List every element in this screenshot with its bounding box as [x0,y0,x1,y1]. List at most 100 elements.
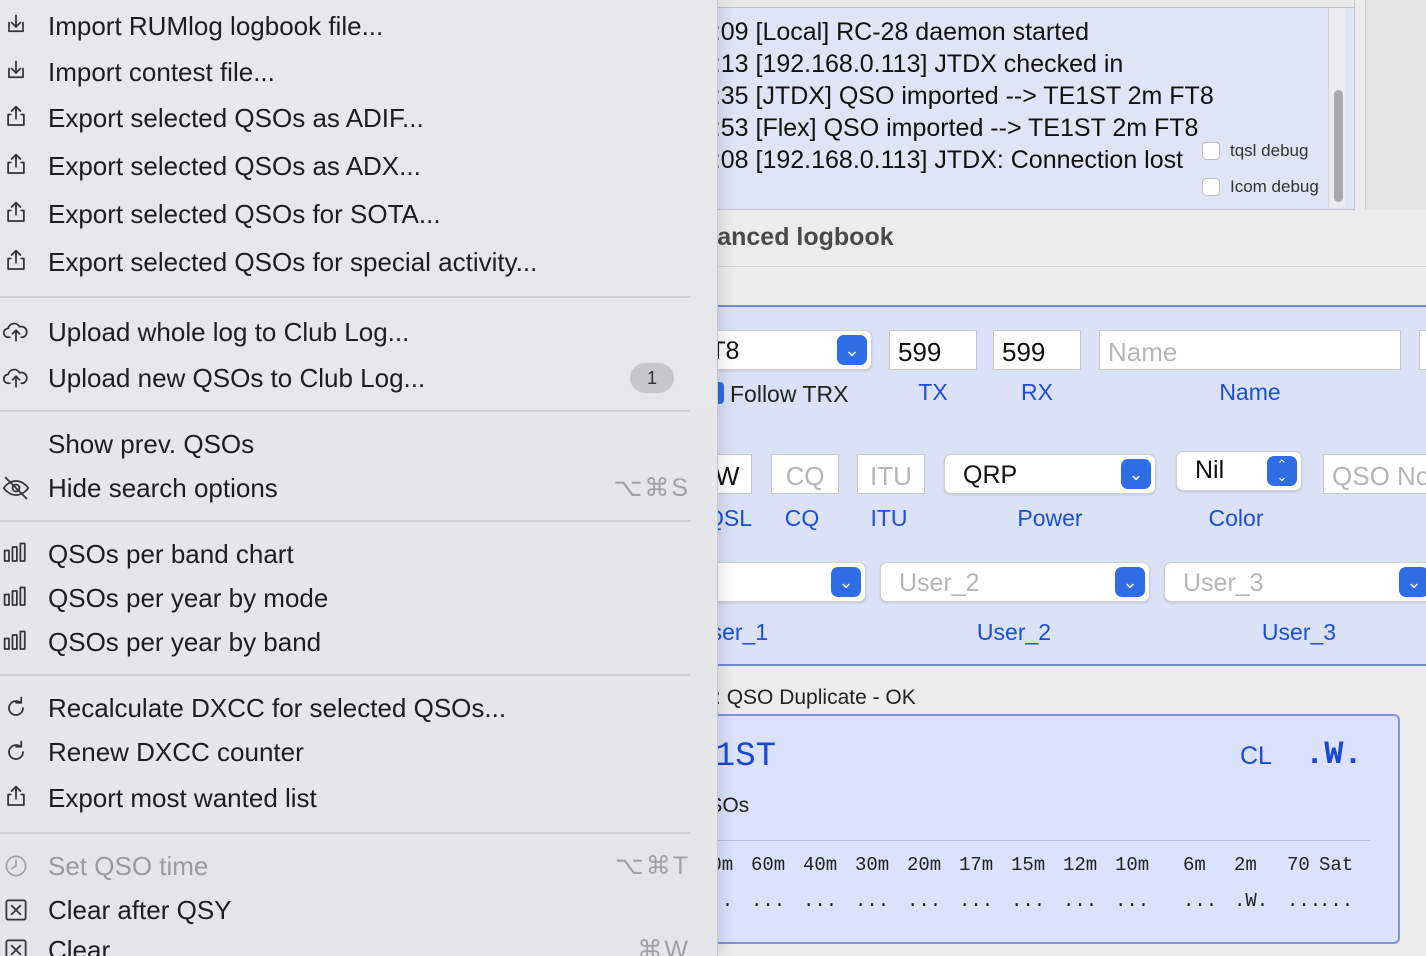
menu-item[interactable]: Import contest file... [0,50,700,94]
menu-item-label: Export most wanted list [48,782,317,813]
menu-item[interactable]: Export selected QSOs for SOTA... [0,192,700,236]
tqsl-debug-checkbox[interactable]: tqsl debug [1202,141,1308,161]
band-status: ... [803,890,838,912]
checkbox-box[interactable] [1202,178,1220,196]
menu-item[interactable]: Upload new QSOs to Club Log... 1 [0,356,700,400]
clock-icon [0,850,32,882]
chevron-down-icon: ⌄ [831,567,861,597]
share-icon [0,150,32,182]
tx-label: TX [918,379,948,405]
menu-item[interactable]: Export selected QSOs as ADX... [0,144,700,188]
band-label: 12m [1063,854,1098,876]
icom-debug-label: Icom debug [1230,177,1319,196]
checkbox-box[interactable] [1202,142,1220,160]
log-scrollbar[interactable] [1328,8,1346,208]
menu-item[interactable]: QSOs per band chart [0,532,700,576]
callsign-info-box: TE1ST QSOs CL .W. 80m...60m...40m...30m.… [674,714,1400,944]
menu-item[interactable]: Recalculate DXCC for selected QSOs... [0,686,700,730]
power-value: QRP [963,461,1018,489]
menu-item-label: Import RUMlog logbook file... [48,10,384,41]
up-down-chevron-icon: ⌃ ⌄ [1267,456,1297,486]
menu-item-label: Clear [48,934,111,956]
refresh-icon [0,692,32,724]
menu-item[interactable]: Import RUMlog logbook file... [0,4,700,48]
side-panel [1365,0,1426,210]
menu-item-shortcut: ⌥⌘T [614,852,690,880]
icom-debug-checkbox[interactable]: Icom debug [1202,177,1319,197]
band-label: 40m [803,854,838,876]
log-line: 21:08 [192.168.0.113] JTDX: Connection l… [700,146,1184,174]
menu-item[interactable]: Clear ⌘W [0,928,700,956]
menu-item[interactable]: QSOs per year by band [0,620,700,664]
color-label: Color [1208,505,1264,531]
menu-item[interactable]: Upload whole log to Club Log... [0,310,700,354]
menu-item: Set QSO time ⌥⌘T [0,844,700,888]
menu-item[interactable]: Renew DXCC counter [0,730,700,774]
bar-chart-icon [0,582,32,614]
menu-item-label: Hide search options [48,472,278,503]
user2-label: User_2 [976,619,1052,645]
menu-item[interactable]: Export most wanted list [0,776,700,820]
band-label: Sat [1319,854,1354,876]
itu-label: ITU [870,505,908,531]
log-panel: 19:09 [Local] RC-28 daemon started 19:13… [700,0,1355,210]
menu-item-label: Export selected QSOs for SOTA... [48,198,441,229]
band-status: ... [751,890,786,912]
menu-item[interactable]: Export selected QSOs as ADIF... [0,96,700,140]
band-status: ... [1287,890,1322,912]
cq-field[interactable]: CQ [771,454,839,494]
user2-placeholder: User_2 [899,569,980,597]
user3-label: User_3 [1261,619,1337,645]
share-icon [0,782,32,814]
menu-item-label: QSOs per year by mode [48,582,329,613]
band-label: 70 [1287,854,1310,876]
tqsl-debug-label: tqsl debug [1230,141,1309,160]
log-scrollbar-thumb[interactable] [1334,90,1343,202]
menu-item-label: Renew DXCC counter [48,736,304,767]
eye-slash-icon [0,472,32,504]
chevron-down-icon: ⌄ [1121,459,1151,489]
menu-item-label: Upload new QSOs to Club Log... [48,362,426,393]
follow-trx-label: Follow TRX [730,381,849,407]
cq-label: CQ [784,505,820,531]
menu-item-label: Export selected QSOs as ADX... [48,150,421,181]
mode-select[interactable]: FT8 ⌄ [695,330,872,370]
band-status: ... [1063,890,1098,912]
menu-item[interactable]: QSOs per year by mode [0,576,700,620]
itu-field[interactable]: ITU [857,454,925,494]
power-select[interactable]: QRP ⌄ [944,454,1156,494]
band-status: ... [1011,890,1046,912]
color-select[interactable]: Nil ⌃ ⌄ [1176,451,1302,491]
x-square-icon [0,934,32,956]
form-bottom-border [700,664,1426,666]
name-field[interactable]: Name [1099,330,1401,370]
band-label: 30m [855,854,890,876]
user2-select[interactable]: User_2 ⌄ [880,562,1150,602]
worked-indicator: .W. [1305,736,1363,773]
user3-select[interactable]: User_3 ⌄ [1164,562,1426,602]
menu-item-label: Export selected QSOs for special activit… [48,246,538,277]
rx-field[interactable]: 599 [993,330,1081,370]
menu-item[interactable]: Show prev. QSOs [0,422,700,466]
menu-separator [0,520,690,522]
extra-field[interactable] [1419,330,1426,370]
band-status: .W. [1234,890,1269,912]
color-value: Nil [1195,456,1225,484]
menu-item[interactable]: Hide search options ⌥⌘S [0,466,700,510]
share-icon [0,102,32,134]
rx-label: RX [1021,379,1053,405]
user1-select[interactable]: ⌄ [700,562,866,602]
band-label: 2m [1234,854,1257,876]
bar-chart-icon [0,538,32,570]
tx-field[interactable]: 599 [889,330,977,370]
chevron-down-icon: ⌄ [1115,567,1145,597]
qso-note-field[interactable]: QSO Note [1323,454,1426,494]
clublog-label: CL [1240,742,1272,770]
band-status: ... [1319,890,1354,912]
share-icon [0,198,32,230]
menu-item[interactable]: Clear after QSY [0,888,700,932]
menu-item-label: Upload whole log to Club Log... [48,316,410,347]
menu-separator [0,410,690,412]
menu-item[interactable]: Export selected QSOs for special activit… [0,240,700,284]
import-icon [0,56,32,88]
